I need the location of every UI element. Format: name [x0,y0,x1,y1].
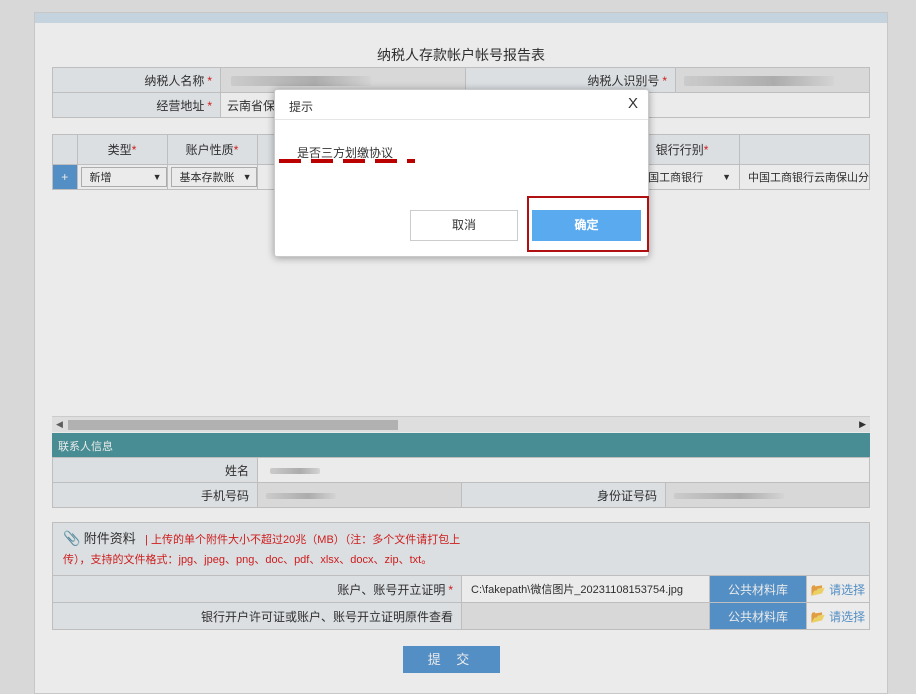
annotation-highlight-box [527,196,649,252]
close-icon[interactable]: X [628,95,638,112]
cancel-button[interactable]: 取消 [410,210,518,241]
dialog-title: 提示 [289,100,314,114]
annotation-underline [279,159,415,163]
dialog-header: 提示 X [275,90,648,120]
